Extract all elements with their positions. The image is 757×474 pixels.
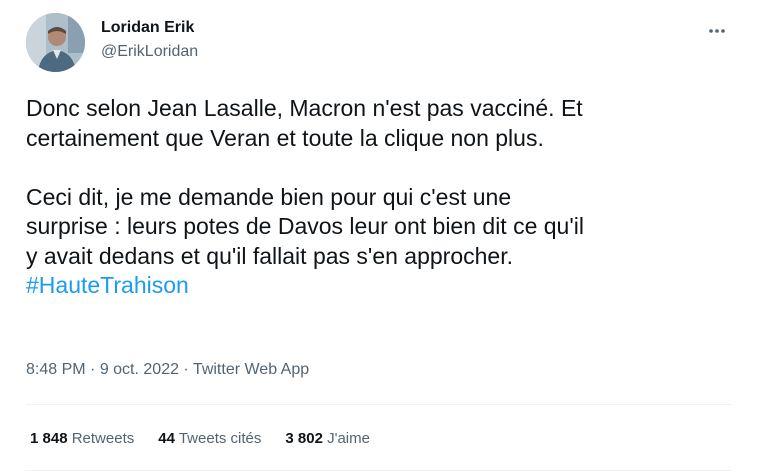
retweets-stat[interactable]: 1 848 Retweets xyxy=(30,429,134,449)
quotes-label: Tweets cités xyxy=(178,430,262,447)
tweet-card: Loridan Erik @ErikLoridan Donc selon Jea… xyxy=(0,0,757,474)
meta-separator: · xyxy=(178,361,193,378)
quote-tweets-stat[interactable]: 44 Tweets cités xyxy=(158,429,261,449)
author-block: Loridan Erik @ErikLoridan xyxy=(101,18,198,62)
quotes-count: 44 xyxy=(158,430,175,447)
more-options-button[interactable] xyxy=(706,24,728,38)
tweet-date[interactable]: 9 oct. 2022 xyxy=(100,361,179,378)
author-handle[interactable]: @ErikLoridan xyxy=(101,42,198,62)
author-display-name[interactable]: Loridan Erik xyxy=(101,18,198,38)
retweets-count: 1 848 xyxy=(30,430,68,447)
tweet-text: Donc selon Jean Lasalle, Macron n'est pa… xyxy=(26,94,746,301)
hashtag-link[interactable]: #HauteTrahison xyxy=(26,272,189,298)
more-horizontal-icon xyxy=(709,29,725,33)
tweet-source[interactable]: Twitter Web App xyxy=(193,361,309,378)
likes-count: 3 802 xyxy=(285,430,323,447)
tweet-time[interactable]: 8:48 PM xyxy=(26,361,86,378)
tweet-paragraph-1: Donc selon Jean Lasalle, Macron n'est pa… xyxy=(26,95,583,151)
avatar[interactable] xyxy=(26,13,85,72)
tweet-stats: 1 848 Retweets 44 Tweets cités 3 802 J'a… xyxy=(30,429,370,449)
tweet-paragraph-2: Ceci dit, je me demande bien pour qui c'… xyxy=(26,183,584,269)
meta-separator: · xyxy=(85,361,100,378)
tweet-meta: 8:48 PM · 9 oct. 2022 · Twitter Web App xyxy=(26,360,309,380)
likes-stat[interactable]: 3 802 J'aime xyxy=(285,429,370,449)
divider xyxy=(26,470,731,471)
divider xyxy=(26,404,731,405)
likes-label: J'aime xyxy=(327,430,370,447)
retweets-label: Retweets xyxy=(71,430,135,447)
avatar-photo xyxy=(26,13,85,72)
